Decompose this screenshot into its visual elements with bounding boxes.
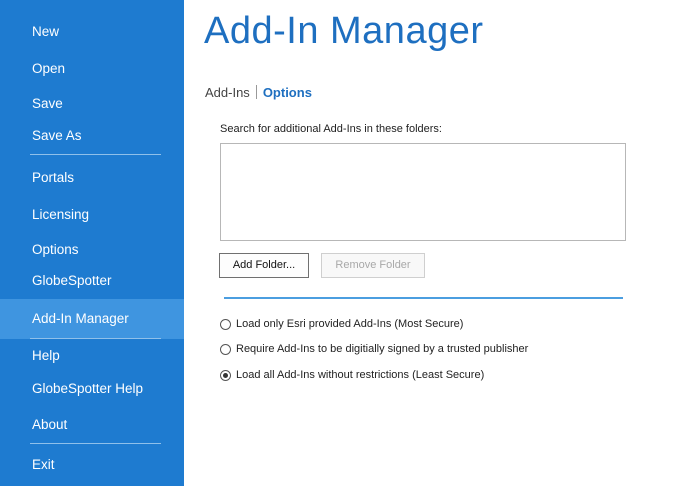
tab-options[interactable]: Options (263, 85, 312, 100)
sidebar-item-save-as[interactable]: Save As (0, 119, 184, 153)
sidebar-item-licensing[interactable]: Licensing (0, 198, 184, 232)
sidebar-item-portals[interactable]: Portals (0, 161, 184, 195)
sidebar-item-globespotter-help[interactable]: GlobeSpotter Help (0, 372, 184, 406)
sidebar-item-globespotter[interactable]: GlobeSpotter (0, 264, 184, 298)
add-folder-button[interactable]: Add Folder... (219, 253, 309, 278)
sidebar-item-help[interactable]: Help (0, 339, 184, 373)
remove-folder-button: Remove Folder (321, 253, 425, 278)
sidebar-divider (30, 443, 161, 444)
folder-list-box[interactable] (220, 143, 626, 241)
tab-add-ins[interactable]: Add-Ins (205, 85, 250, 100)
sidebar-item-open[interactable]: Open (0, 52, 184, 86)
sidebar-item-about[interactable]: About (0, 408, 184, 442)
sidebar-item-add-in-manager[interactable]: Add-In Manager (0, 299, 184, 339)
tab-separator (255, 85, 257, 99)
section-divider (224, 297, 623, 299)
page-title: Add-In Manager (204, 10, 484, 52)
tab-bar: Add-Ins Options (205, 85, 312, 100)
radio-load-all[interactable]: Load all Add-Ins without restrictions (L… (220, 369, 484, 381)
radio-label: Load all Add-Ins without restrictions (L… (236, 369, 485, 381)
radio-unchecked-icon[interactable] (220, 318, 231, 330)
radio-checked-icon[interactable] (220, 369, 231, 381)
radio-esri-only[interactable]: Load only Esri provided Add-Ins (Most Se… (220, 318, 463, 330)
radio-unchecked-icon[interactable] (220, 343, 231, 355)
search-folders-label: Search for additional Add-Ins in these f… (220, 123, 442, 135)
sidebar-item-new[interactable]: New (0, 15, 184, 49)
sidebar-item-save[interactable]: Save (0, 87, 184, 121)
sidebar-divider (30, 154, 161, 155)
sidebar-item-exit[interactable]: Exit (0, 448, 184, 482)
radio-label: Load only Esri provided Add-Ins (Most Se… (236, 318, 464, 330)
radio-label: Require Add-Ins to be digitially signed … (236, 343, 529, 355)
backstage-sidebar: New Open Save Save As Portals Licensing … (0, 0, 184, 486)
radio-signed-only[interactable]: Require Add-Ins to be digitially signed … (220, 343, 528, 355)
sidebar-item-options[interactable]: Options (0, 233, 184, 267)
